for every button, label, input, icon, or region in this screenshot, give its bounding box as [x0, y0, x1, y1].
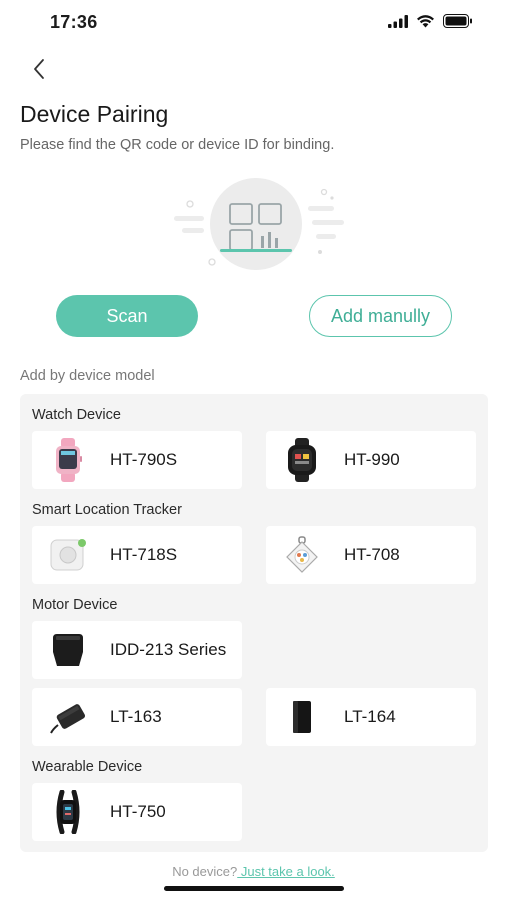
device-card-ht-990[interactable]: HT-990	[266, 431, 476, 489]
black-box-tracker-icon	[280, 695, 324, 739]
device-name: HT-718S	[110, 545, 178, 564]
home-indicator	[164, 886, 344, 891]
qr-code-icon	[174, 178, 344, 270]
white-tracker-icon	[46, 533, 90, 577]
battery-icon	[443, 14, 472, 28]
group-title-watch: Watch Device	[32, 407, 121, 423]
device-name: HT-790S	[110, 450, 178, 469]
device-name: LT-163	[110, 707, 162, 726]
device-name: HT-750	[110, 802, 166, 821]
add-manually-button[interactable]: Add manully	[309, 295, 452, 337]
qr-scan-illustration	[168, 176, 348, 276]
black-smartwatch-icon	[280, 438, 324, 482]
obd-dongle-icon	[46, 628, 90, 672]
device-card-ht-790s[interactable]: HT-790S	[32, 431, 242, 489]
fitness-band-icon	[46, 790, 90, 834]
just-take-a-look-link[interactable]: Just take a look.	[237, 864, 335, 879]
car-tracker-icon	[46, 695, 90, 739]
device-name: HT-708	[344, 545, 400, 564]
scan-button[interactable]: Scan	[56, 295, 198, 337]
wifi-icon	[417, 15, 434, 28]
group-title-motor: Motor Device	[32, 597, 118, 613]
device-card-lt-164[interactable]: LT-164	[266, 688, 476, 746]
status-icons	[388, 14, 473, 28]
pendant-tracker-icon	[280, 533, 324, 577]
footer-prefix: No device?	[172, 864, 238, 879]
status-time: 17:36	[50, 12, 98, 32]
back-button[interactable]	[24, 54, 54, 84]
section-label: Add by device model	[20, 368, 155, 384]
device-name: IDD-213 Series	[110, 640, 227, 659]
device-name: LT-164	[344, 707, 396, 726]
pink-smartwatch-icon	[46, 438, 90, 482]
page-title: Device Pairing	[20, 101, 169, 127]
footer-hint: No device? Just take a look.	[0, 864, 507, 879]
chevron-left-icon	[34, 59, 44, 79]
device-card-ht-708[interactable]: HT-708	[266, 526, 476, 584]
device-card-ht-750[interactable]: HT-750	[32, 783, 242, 841]
device-card-idd-213[interactable]: IDD-213 Series	[32, 621, 242, 679]
status-bar: 17:36	[0, 0, 507, 46]
device-card-lt-163[interactable]: LT-163	[32, 688, 242, 746]
group-title-wearable: Wearable Device	[32, 759, 143, 775]
device-card-ht-718s[interactable]: HT-718S	[32, 526, 242, 584]
group-title-tracker: Smart Location Tracker	[32, 502, 182, 518]
cellular-signal-icon	[388, 14, 408, 28]
page-subtitle: Please find the QR code or device ID for…	[20, 137, 335, 153]
device-model-panel: Watch Device HT-790S HT-990 Smart Locati…	[20, 394, 488, 852]
device-name: HT-990	[344, 450, 400, 469]
